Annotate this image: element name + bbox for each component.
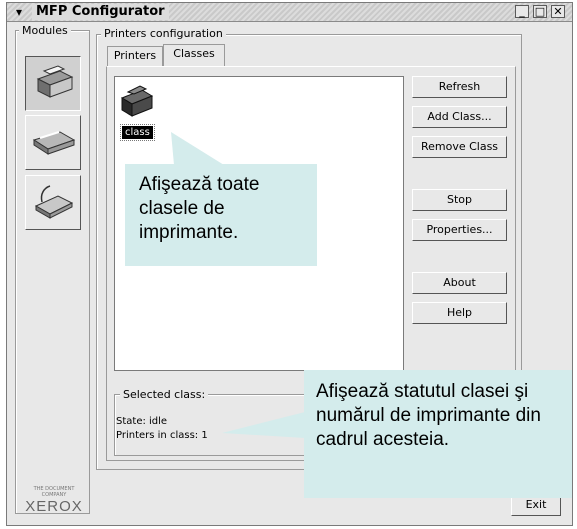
classes-callout: Afişează toate clasele de imprimante. [125, 164, 317, 266]
top-callout-pointer [171, 132, 224, 165]
selected-class-callout: Afişează statutul clasei şi numărul de i… [304, 370, 572, 498]
bottom-callout-pointer [222, 412, 305, 438]
